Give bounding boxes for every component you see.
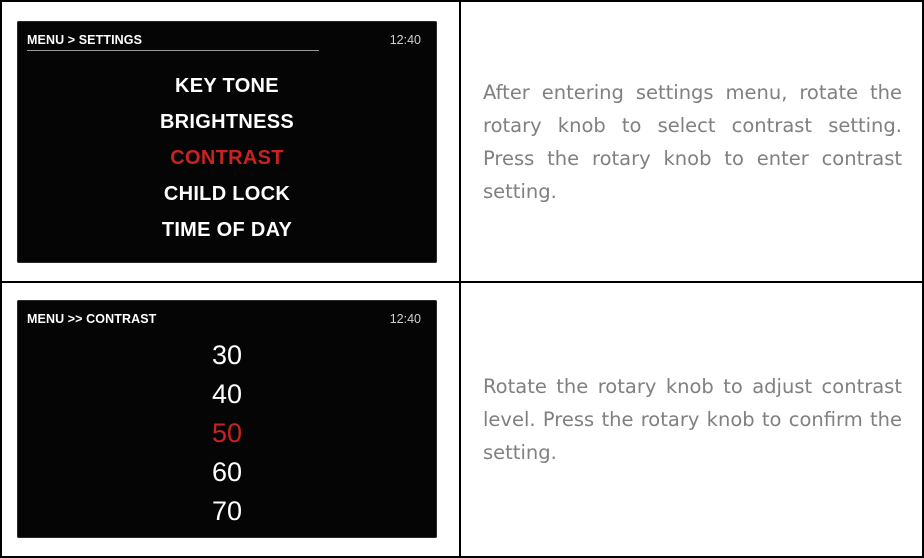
display-header: MENU >> CONTRAST 12:40 [27, 310, 421, 332]
clock: 12:40 [389, 312, 421, 326]
device-display-settings-menu: MENU > SETTINGS 12:40 KEY TONE BRIGHTNES… [17, 21, 437, 263]
table-row: MENU >> CONTRAST 12:40 30 40 50 60 70 Ro… [0, 281, 924, 558]
instruction-table: MENU > SETTINGS 12:40 KEY TONE BRIGHTNES… [0, 0, 924, 558]
menu-item-contrast-selected: CONTRAST [170, 147, 284, 169]
menu-item-key-tone: KEY TONE [175, 75, 279, 97]
contrast-value-50-selected: 50 [211, 418, 243, 448]
menu-item-brightness: BRIGHTNESS [159, 111, 295, 133]
contrast-value-30: 30 [211, 340, 243, 370]
menu-item-time-of-day: TIME OF DAY [161, 219, 293, 241]
contrast-value-list: 30 40 50 60 70 [17, 336, 437, 531]
clock: 12:40 [389, 33, 421, 47]
menu-item-child-lock: CHILD LOCK [163, 183, 291, 205]
header-divider [27, 50, 319, 51]
breadcrumb: MENU >> CONTRAST [27, 312, 157, 326]
device-display-contrast-setting: MENU >> CONTRAST 12:40 30 40 50 60 70 [17, 300, 437, 538]
contrast-value-60: 60 [211, 457, 243, 487]
description-cell: Rotate the rotary knob to adjust contras… [463, 283, 922, 556]
contrast-value-40: 40 [211, 379, 243, 409]
description-cell: After entering settings menu, rotate the… [463, 2, 922, 281]
screenshot-cell: MENU > SETTINGS 12:40 KEY TONE BRIGHTNES… [2, 2, 461, 281]
step-description: After entering settings menu, rotate the… [483, 80, 902, 203]
step-description: Rotate the rotary knob to adjust contras… [483, 375, 902, 464]
breadcrumb: MENU > SETTINGS [27, 33, 143, 47]
table-row: MENU > SETTINGS 12:40 KEY TONE BRIGHTNES… [0, 0, 924, 281]
contrast-value-70: 70 [211, 496, 243, 526]
settings-menu-list: KEY TONE BRIGHTNESS CONTRAST CHILD LOCK … [17, 68, 437, 248]
screenshot-cell: MENU >> CONTRAST 12:40 30 40 50 60 70 [2, 283, 461, 556]
